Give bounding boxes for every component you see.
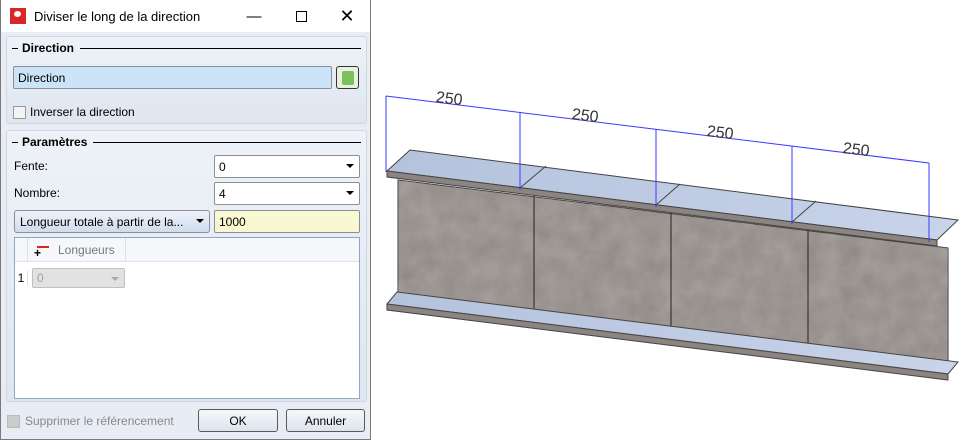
dimension-label: 250 [435, 89, 464, 109]
dimension-label: 250 [706, 123, 735, 143]
dimension-label: 250 [571, 106, 600, 126]
dimension-label: 250 [842, 140, 871, 160]
3d-viewport[interactable]: 250 250 250 250 [0, 0, 962, 440]
i-beam [385, 149, 960, 381]
